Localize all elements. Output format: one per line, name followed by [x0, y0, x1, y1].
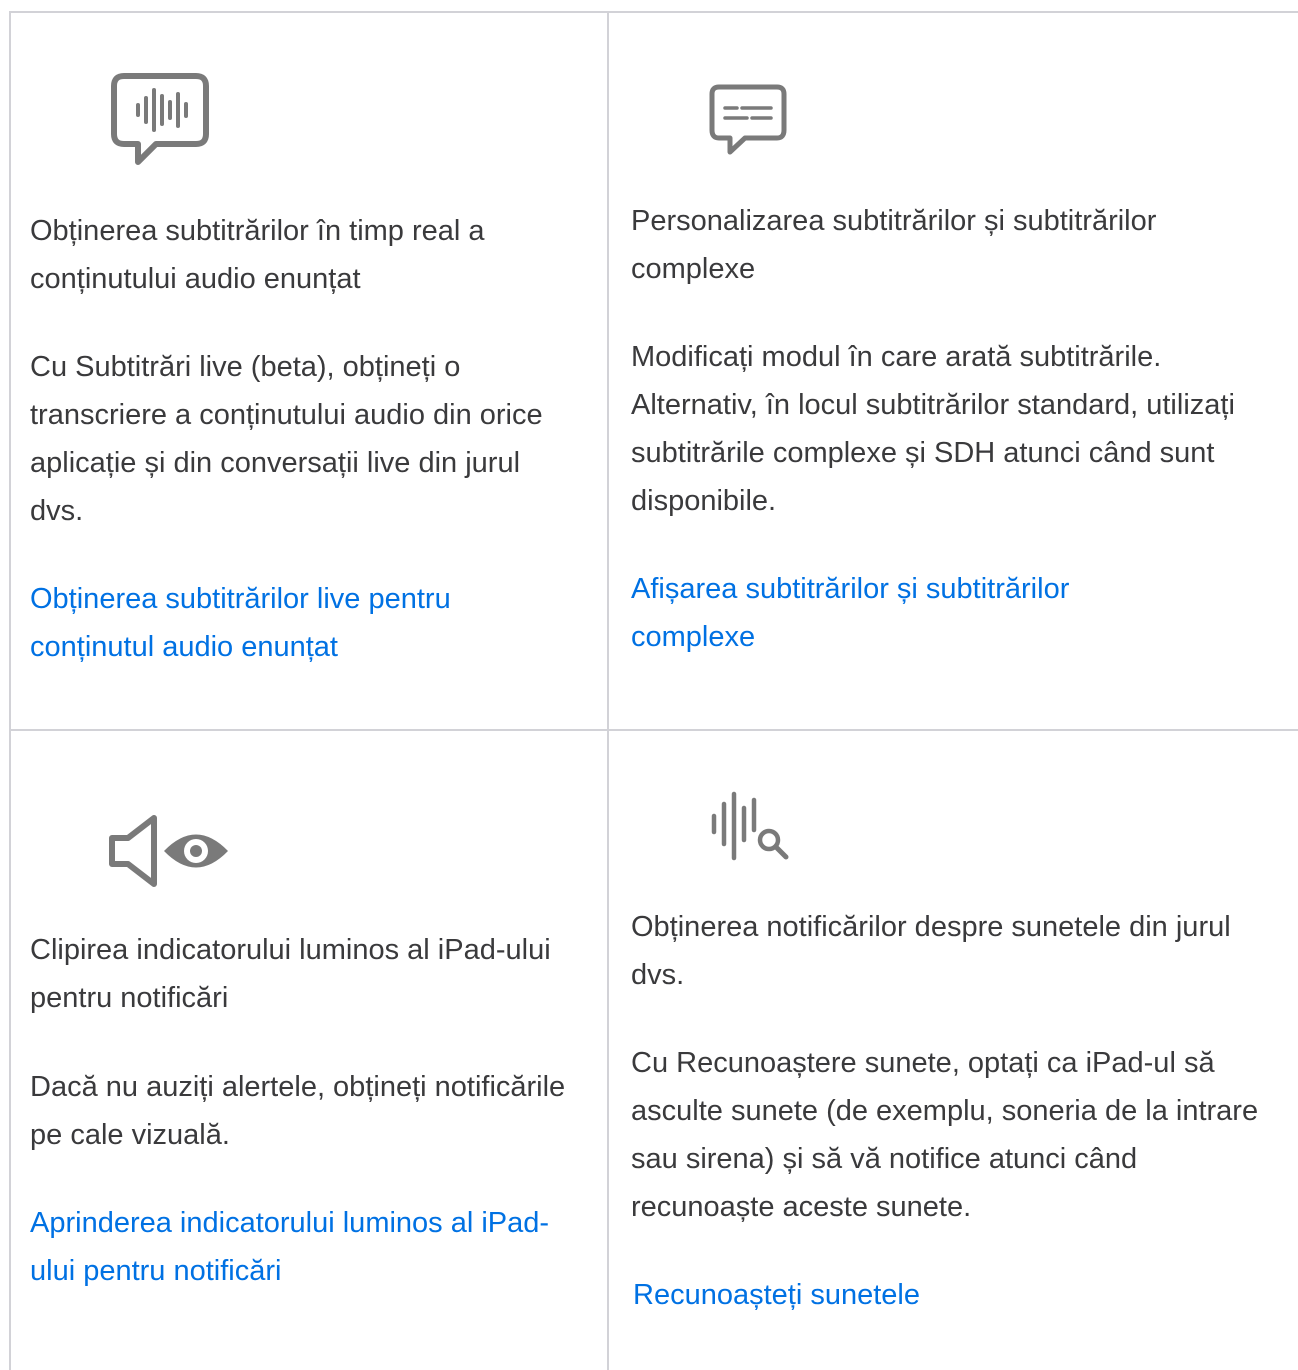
card-description: Modificați modul în care arată subtitrăr…	[631, 341, 1235, 517]
row-divider	[9, 729, 1298, 731]
card-description: Cu Subtitrări live (beta), obțineți o tr…	[30, 351, 543, 527]
column-divider	[607, 11, 609, 1370]
card-title: Obținerea subtitrărilor în timp real a c…	[30, 215, 485, 295]
card-title: Personalizarea subtitrărilor și subtitră…	[631, 205, 1157, 285]
card-description: Cu Recunoaștere sunete, optați ca iPad-u…	[631, 1047, 1259, 1223]
card-link[interactable]: Recunoașteți sunetele	[633, 1271, 1193, 1319]
card-link[interactable]: Afișarea subtitrărilor și subtitrărilor …	[631, 565, 1191, 661]
card-description: Dacă nu auziți alertele, obțineți notifi…	[30, 1071, 566, 1151]
card-link[interactable]: Obținerea subtitrărilor live pentru conț…	[30, 575, 550, 671]
card-link[interactable]: Aprinderea indicatorului luminos al iPad…	[30, 1199, 560, 1295]
card-title: Obținerea notificărilor despre sunetele …	[631, 911, 1231, 991]
waveform-magnifier-icon	[708, 790, 792, 862]
card-title: Clipirea indicatorului luminos al iPad-u…	[30, 934, 551, 1014]
speaker-eye-icon	[108, 814, 230, 888]
subtitles-speech-bubble-icon	[709, 84, 787, 158]
live-captions-speech-bubble-icon	[110, 72, 210, 167]
